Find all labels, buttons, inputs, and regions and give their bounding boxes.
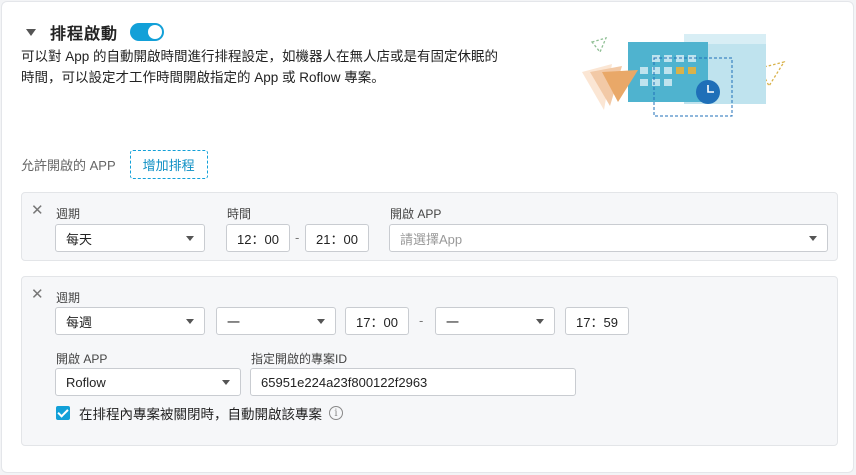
- dropdown-arrow-icon: [222, 379, 230, 385]
- project-id-value: 65951e224a23f800122f2963: [261, 374, 428, 390]
- day-separator: -: [419, 313, 424, 328]
- dropdown-arrow-icon: [186, 235, 194, 241]
- allowed-apps-label: 允許開啟的 APP: [21, 158, 116, 173]
- time-label: 時間: [227, 207, 252, 221]
- end-time-value: 17：59: [576, 314, 618, 330]
- period-select[interactable]: 每天: [55, 224, 205, 252]
- dropdown-arrow-icon: [536, 318, 544, 324]
- start-time-field[interactable]: 17：00: [345, 307, 409, 335]
- period-select[interactable]: 每週: [55, 307, 205, 335]
- section-description: 可以對 App 的自動開啟時間進行排程設定，如機器人在無人店或是有固定休眠的時間…: [21, 49, 499, 85]
- period-label: 週期: [56, 291, 81, 305]
- remove-schedule-1-icon[interactable]: ✕: [31, 203, 44, 218]
- auto-open-row: 在排程內專案被關閉時，自動開啟該專案 i: [56, 403, 343, 423]
- project-id-input[interactable]: 65951e224a23f800122f2963: [250, 368, 576, 396]
- time-separator: -: [295, 230, 300, 245]
- dropdown-arrow-icon: [317, 318, 325, 324]
- info-icon[interactable]: i: [329, 406, 343, 420]
- auto-open-checkbox[interactable]: [56, 406, 70, 420]
- period-select-value: 每週: [66, 314, 93, 330]
- start-day-select[interactable]: 一: [216, 307, 336, 335]
- end-time-value: 21：00: [316, 231, 358, 247]
- period-select-value: 每天: [66, 231, 93, 247]
- open-app-value: Roflow: [66, 374, 106, 390]
- open-app-label: 開啟 APP: [390, 207, 442, 221]
- open-app-select[interactable]: 請選擇App: [389, 224, 828, 252]
- schedule-panel: 排程啟動 可以對 App 的自動開啟時間進行排程設定，如機器人在無人店或是有固定…: [1, 1, 854, 473]
- schedule-illustration: [582, 34, 786, 117]
- open-app-label: 開啟 APP: [56, 352, 108, 366]
- period-label: 週期: [56, 207, 81, 221]
- open-app-placeholder: 請選擇App: [400, 231, 463, 247]
- schedule-toggle[interactable]: [130, 23, 165, 41]
- end-time-field[interactable]: 17：59: [565, 307, 629, 335]
- start-time-value: 12：00: [237, 231, 279, 247]
- add-schedule-button[interactable]: 增加排程: [129, 150, 208, 179]
- start-time-value: 17：00: [356, 314, 398, 330]
- schedule-card-2: ✕ 週期 每週 一 17：00 - 一 17：59 開啟 APP Roflow …: [21, 276, 838, 446]
- schedule-card-1: ✕ 週期 每天 時間 12：00 - 21：00 開啟 APP 請選擇App: [21, 192, 838, 261]
- remove-schedule-2-icon[interactable]: ✕: [31, 287, 44, 302]
- end-day-select[interactable]: 一: [435, 307, 555, 335]
- dropdown-arrow-icon: [809, 235, 817, 241]
- allowed-apps-row: 允許開啟的 APP 增加排程: [21, 150, 208, 179]
- toggle-knob: [148, 25, 163, 39]
- open-app-select[interactable]: Roflow: [55, 368, 241, 396]
- end-day-value: 一: [446, 314, 460, 330]
- end-time-field[interactable]: 21：00: [305, 224, 369, 252]
- decor-triangle-left-icon: [590, 36, 608, 54]
- dropdown-arrow-icon: [186, 318, 194, 324]
- section-header: 排程啟動: [26, 20, 165, 44]
- collapse-caret-icon[interactable]: [26, 28, 36, 36]
- start-time-field[interactable]: 12：00: [226, 224, 290, 252]
- start-day-value: 一: [227, 314, 241, 330]
- section-title: 排程啟動: [50, 26, 119, 43]
- project-id-label: 指定開啟的專案ID: [251, 352, 348, 366]
- auto-open-label: 在排程內專案被關閉時，自動開啟該專案: [79, 407, 322, 422]
